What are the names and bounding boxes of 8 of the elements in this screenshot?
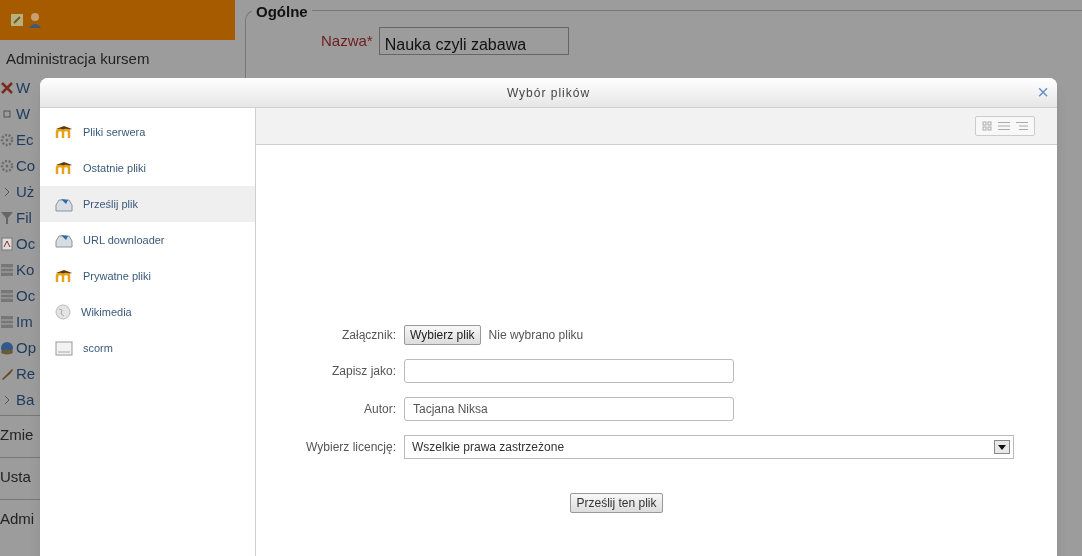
field-label: Wybierz licencję: (305, 439, 396, 456)
field-label: Nazwa* (321, 30, 373, 51)
field-label: Załącznik: (340, 327, 396, 344)
file-status: Nie wybrano pliku (488, 327, 584, 344)
field-label: Autor: (363, 401, 396, 418)
dialog-title: Wybór plików (506, 84, 591, 102)
field-label: Zapisz jako: (330, 363, 396, 380)
block-title: Administracja kursem (5, 49, 151, 69)
